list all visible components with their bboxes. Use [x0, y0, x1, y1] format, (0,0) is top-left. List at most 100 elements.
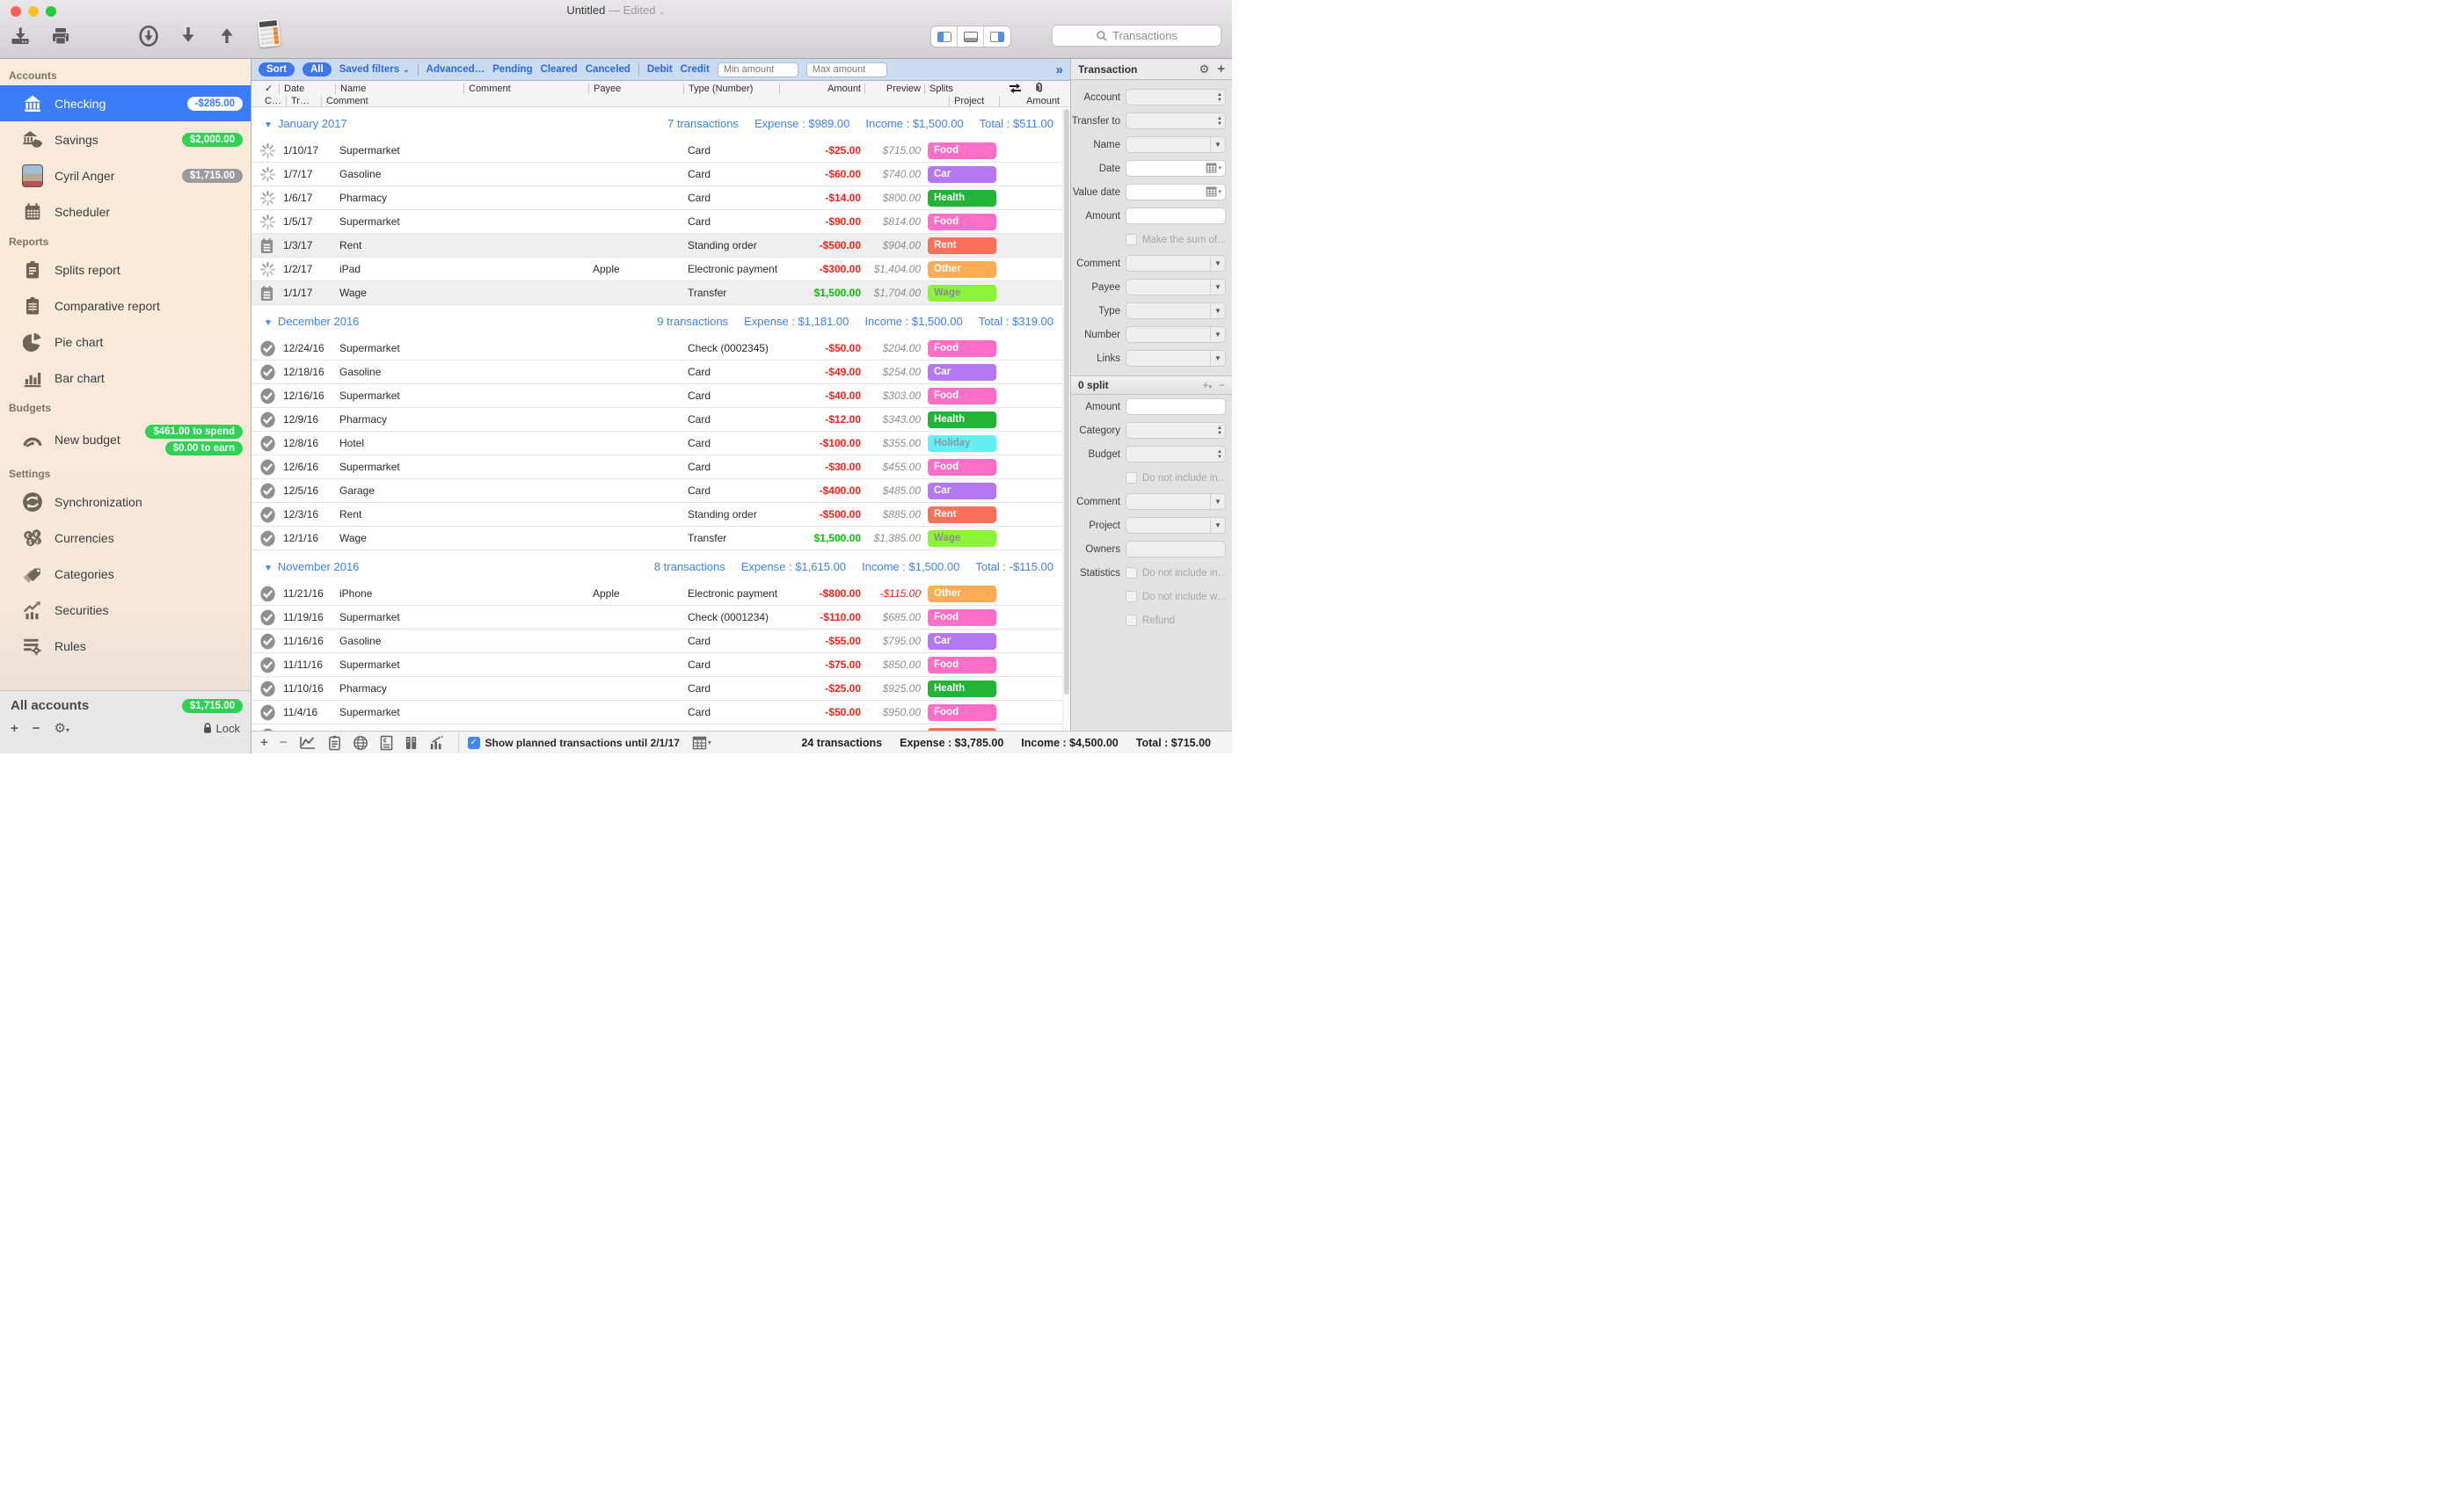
- amount-field[interactable]: [1126, 398, 1226, 415]
- amount-field[interactable]: [1126, 207, 1226, 224]
- filter-canceled-button[interactable]: Canceled: [586, 64, 631, 75]
- category-pill-food[interactable]: Food: [928, 388, 996, 404]
- col-splits[interactable]: Splits: [924, 84, 953, 94]
- category-pill-rent[interactable]: Rent: [928, 728, 996, 731]
- import-icon[interactable]: [9, 25, 32, 49]
- print-icon[interactable]: [49, 25, 72, 49]
- move-down-icon[interactable]: [178, 25, 199, 50]
- category-pill-food[interactable]: Food: [928, 142, 996, 159]
- col-sub-c[interactable]: C…: [260, 96, 281, 106]
- add-transaction-button[interactable]: +: [260, 735, 268, 750]
- sidebar-item-comparative-report[interactable]: Comparative report: [0, 288, 251, 324]
- col-sub-project[interactable]: Project: [949, 96, 984, 106]
- checkbox-refund[interactable]: [1126, 615, 1137, 626]
- category-pill-food[interactable]: Food: [928, 214, 996, 230]
- project-field[interactable]: ▼: [1126, 517, 1226, 534]
- transaction-row[interactable]: 1/2/17iPadAppleElectronic payment-$300.0…: [252, 258, 1070, 281]
- category-pill-food[interactable]: Food: [928, 609, 996, 626]
- sort-button[interactable]: Sort: [259, 62, 295, 76]
- transaction-row[interactable]: 12/1/16WageTransfer$1,500.00$1,385.00Wag…: [252, 527, 1070, 550]
- toggle-bottom-panel-button[interactable]: [958, 26, 984, 47]
- filter-credit-button[interactable]: Credit: [681, 64, 710, 75]
- sidebar-item-securities[interactable]: Securities: [0, 592, 251, 628]
- col-comment[interactable]: Comment: [463, 84, 511, 94]
- month-disclosure[interactable]: ▼January 2017: [264, 117, 347, 130]
- transaction-row[interactable]: 1/6/17PharmacyCard-$14.00$800.00Health: [252, 186, 1070, 210]
- value-date-field[interactable]: ▾: [1126, 184, 1226, 200]
- report-icon[interactable]: [328, 735, 341, 751]
- month-disclosure[interactable]: ▼November 2016: [264, 560, 359, 573]
- globe-icon[interactable]: [353, 735, 368, 751]
- col-date[interactable]: Date: [279, 84, 304, 94]
- category-pill-food[interactable]: Food: [928, 459, 996, 476]
- category-pill-car[interactable]: Car: [928, 364, 996, 381]
- col-type[interactable]: Type (Number): [683, 84, 753, 94]
- filter-debit-button[interactable]: Debit: [647, 64, 673, 75]
- category-pill-wage[interactable]: Wage: [928, 530, 996, 547]
- transaction-row[interactable]: 12/24/16SupermarketCheck (0002345)-$50.0…: [252, 337, 1070, 360]
- category-pill-health[interactable]: Health: [928, 190, 996, 207]
- sidebar-item-synchronization[interactable]: Synchronization: [0, 484, 251, 520]
- col-sub-tr[interactable]: Tr…: [286, 96, 310, 106]
- show-planned-checkbox[interactable]: ✓: [468, 737, 480, 749]
- sidebar-item-rules[interactable]: Rules: [0, 628, 251, 664]
- category-pill-food[interactable]: Food: [928, 657, 996, 673]
- transaction-row[interactable]: 12/3/16RentStanding order-$500.00$885.00…: [252, 503, 1070, 527]
- transaction-row[interactable]: 11/16/16GasolineCard-$55.00$795.00Car: [252, 630, 1070, 653]
- transaction-row[interactable]: 1/10/17SupermarketCard-$25.00$715.00Food: [252, 139, 1070, 163]
- category-pill-car[interactable]: Car: [928, 166, 996, 183]
- category-pill-other[interactable]: Other: [928, 261, 996, 278]
- category-pill-rent[interactable]: Rent: [928, 237, 996, 254]
- saved-filters-button[interactable]: Saved filters: [339, 64, 399, 75]
- transaction-row[interactable]: 12/8/16HotelCard-$100.00$355.00Holiday: [252, 432, 1070, 455]
- download-circle-icon[interactable]: [137, 25, 160, 50]
- category-pill-other[interactable]: Other: [928, 586, 996, 602]
- add-account-button[interactable]: +: [11, 721, 18, 736]
- filter-cleared-button[interactable]: Cleared: [541, 64, 578, 75]
- bar-chart-arrow-icon[interactable]: [429, 735, 445, 751]
- sidebar-item-cyril-anger[interactable]: Cyril Anger$1,715.00: [0, 157, 251, 193]
- checkbox-do-not-include-in[interactable]: [1126, 472, 1137, 484]
- checkbox-do-not-include-w[interactable]: [1126, 591, 1137, 602]
- checkbox-statistics[interactable]: [1126, 567, 1137, 579]
- sidebar-item-savings[interactable]: Savings$2,000.00: [0, 121, 251, 157]
- name-field[interactable]: ▼: [1126, 136, 1226, 153]
- filter-pending-button[interactable]: Pending: [492, 64, 532, 75]
- transaction-row[interactable]: 1/3/17RentStanding order-$500.00$904.00R…: [252, 234, 1070, 258]
- toggle-right-sidebar-button[interactable]: [984, 26, 1010, 47]
- category-pill-wage[interactable]: Wage: [928, 285, 996, 302]
- transaction-row[interactable]: 11/10/16PharmacyCard-$25.00$925.00Health: [252, 677, 1070, 701]
- category-field[interactable]: ▲▼: [1126, 422, 1226, 439]
- sidebar-item-bar-chart[interactable]: Bar chart: [0, 360, 251, 396]
- col-amount[interactable]: Amount: [779, 84, 861, 94]
- scrollbar-track[interactable]: [1062, 107, 1070, 731]
- transaction-row[interactable]: 11/19/16SupermarketCheck (0001234)-$110.…: [252, 606, 1070, 630]
- remove-transaction-button[interactable]: −: [280, 735, 288, 750]
- date-field[interactable]: ▾: [1126, 160, 1226, 177]
- sidebar-item-splits-report[interactable]: Splits report: [0, 251, 251, 288]
- more-filters-button[interactable]: »: [1056, 62, 1063, 77]
- col-check[interactable]: ✓: [260, 84, 273, 94]
- remove-account-button[interactable]: −: [33, 721, 40, 736]
- category-pill-food[interactable]: Food: [928, 704, 996, 721]
- advanced-filter-button[interactable]: Advanced…: [426, 64, 485, 75]
- transaction-row[interactable]: 12/9/16PharmacyCard-$12.00$343.00Health: [252, 408, 1070, 432]
- transaction-row[interactable]: 11/21/16iPhoneAppleElectronic payment-$8…: [252, 582, 1070, 606]
- transaction-row[interactable]: 1/5/17SupermarketCard-$90.00$814.00Food: [252, 210, 1070, 234]
- currency-doc-icon[interactable]: €: [380, 735, 393, 751]
- transaction-row[interactable]: 11/3/16RentStanding order-$500.00$1,000.…: [252, 724, 1070, 731]
- category-pill-car[interactable]: Car: [928, 633, 996, 650]
- number-field[interactable]: ▼: [1126, 326, 1226, 343]
- transaction-row[interactable]: 11/11/16SupermarketCard-$75.00$850.00Foo…: [252, 653, 1070, 677]
- sidebar-item-checking[interactable]: Checking-$285.00: [0, 85, 251, 121]
- col-name[interactable]: Name: [335, 84, 366, 94]
- inspector-settings-icon[interactable]: ⚙: [1199, 62, 1210, 76]
- transaction-row[interactable]: 11/4/16SupermarketCard-$50.00$950.00Food: [252, 701, 1070, 724]
- sidebar-item-scheduler[interactable]: Scheduler: [0, 193, 251, 229]
- type-field[interactable]: ▼: [1126, 302, 1226, 319]
- account-field[interactable]: ▲▼: [1126, 89, 1226, 106]
- category-pill-health[interactable]: Health: [928, 681, 996, 697]
- sidebar-item-pie-chart[interactable]: Pie chart: [0, 324, 251, 360]
- budget-field[interactable]: ▲▼: [1126, 446, 1226, 462]
- checkbox-make-the-sum-of[interactable]: [1126, 234, 1137, 245]
